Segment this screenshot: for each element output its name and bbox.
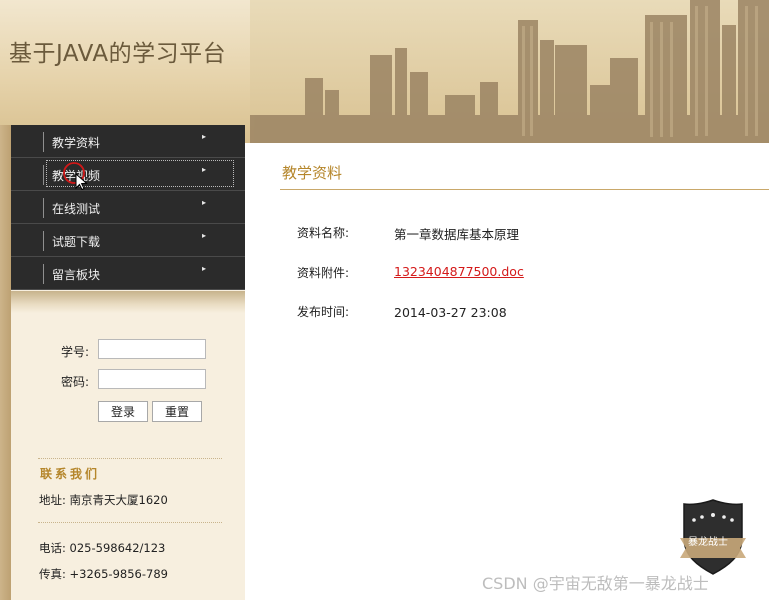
mouse-pointer-icon bbox=[63, 162, 88, 190]
attachment-label: 资料附件: bbox=[297, 266, 350, 280]
login-button[interactable]: 登录 bbox=[98, 401, 148, 422]
material-name-label: 资料名称: bbox=[297, 226, 350, 240]
menu-item-message-board[interactable]: 留言板块 ▸ bbox=[11, 257, 245, 290]
title-underline bbox=[280, 189, 769, 190]
password-label: 密码: bbox=[61, 375, 90, 389]
csdn-watermark: CSDN @宇宙无敌第一暴龙战士 bbox=[482, 574, 709, 593]
menu-item-online-test[interactable]: 在线测试 ▸ bbox=[11, 191, 245, 224]
triangle-right-icon: ▸ bbox=[202, 264, 207, 273]
divider bbox=[38, 522, 222, 523]
badge-text: 暴龙战士 bbox=[688, 537, 728, 548]
menu-item-teaching-videos[interactable]: 教学视频 ▸ bbox=[11, 158, 245, 191]
triangle-right-icon: ▸ bbox=[202, 198, 207, 207]
contact-fax: 传真: +3265-9856-789 bbox=[39, 567, 168, 581]
city-skyline-banner bbox=[250, 0, 769, 143]
publish-time-value: 2014-03-27 23:08 bbox=[394, 305, 507, 320]
menu-item-exam-download[interactable]: 试题下载 ▸ bbox=[11, 224, 245, 257]
menu-separator bbox=[43, 165, 44, 185]
menu-item-teaching-materials[interactable]: 教学资料 ▸ bbox=[11, 125, 245, 158]
student-id-label: 学号: bbox=[61, 345, 90, 359]
menu-separator bbox=[43, 132, 44, 152]
student-id-input[interactable] bbox=[98, 339, 206, 359]
site-title: 基于JAVA的学习平台 bbox=[9, 41, 227, 67]
material-name-value: 第一章数据库基本原理 bbox=[394, 227, 520, 242]
menu-bottom-shadow bbox=[11, 291, 245, 313]
triangle-right-icon: ▸ bbox=[202, 132, 207, 141]
menu-separator bbox=[43, 264, 44, 284]
contact-title: 联系我们 bbox=[40, 467, 101, 481]
password-row: 密码: bbox=[11, 369, 245, 391]
sidebar-menu: 教学资料 ▸ 教学视频 ▸ 在线测试 ▸ 试题下载 ▸ 留言板块 ▸ bbox=[11, 125, 245, 290]
menu-item-label: 教学资料 bbox=[52, 136, 101, 150]
reset-button[interactable]: 重置 bbox=[152, 401, 202, 422]
menu-item-label: 在线测试 bbox=[52, 202, 101, 216]
page-title: 教学资料 bbox=[282, 164, 343, 182]
password-input[interactable] bbox=[98, 369, 206, 389]
menu-item-label: 试题下载 bbox=[52, 235, 101, 249]
contact-phone: 电话: 025-598642/123 bbox=[39, 541, 166, 555]
left-border-decoration bbox=[0, 125, 11, 600]
menu-separator bbox=[43, 198, 44, 218]
divider bbox=[38, 458, 222, 459]
publish-time-label: 发布时间: bbox=[297, 305, 350, 319]
menu-item-label: 留言板块 bbox=[52, 268, 101, 282]
triangle-right-icon: ▸ bbox=[202, 231, 207, 240]
contact-address: 地址: 南京青天大厦1620 bbox=[39, 493, 168, 507]
student-id-row: 学号: bbox=[11, 339, 245, 361]
triangle-right-icon: ▸ bbox=[202, 165, 207, 174]
menu-separator bbox=[43, 231, 44, 251]
attachment-link[interactable]: 1323404877500.doc bbox=[394, 264, 524, 279]
page-header: 基于JAVA的学习平台 bbox=[0, 0, 769, 143]
